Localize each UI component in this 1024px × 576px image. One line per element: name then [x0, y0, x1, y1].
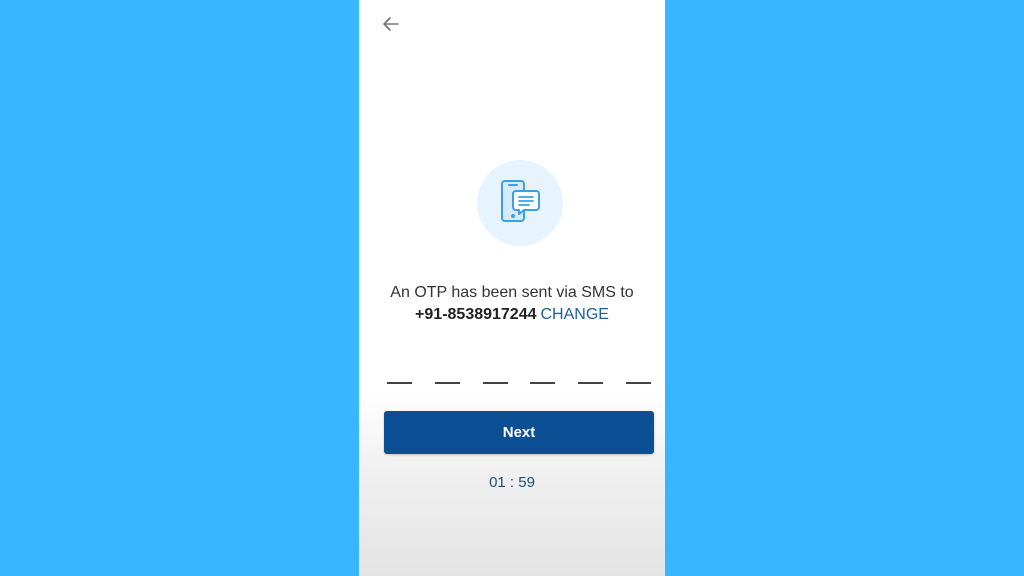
- otp-digit-3[interactable]: [482, 328, 508, 384]
- otp-digit-4[interactable]: [530, 328, 556, 384]
- otp-digit-2[interactable]: [434, 328, 460, 384]
- phone-message-icon: [501, 180, 540, 222]
- back-button[interactable]: [379, 12, 403, 36]
- phone-number: +91-8538917244: [415, 306, 537, 323]
- resend-timer: 01 : 59: [489, 474, 535, 491]
- phone-number-row: +91-8538917244 CHANGE: [359, 306, 665, 324]
- otp-digit-6[interactable]: [625, 328, 651, 384]
- next-button[interactable]: Next: [384, 411, 654, 454]
- otp-sent-message: An OTP has been sent via SMS to: [390, 284, 634, 301]
- change-number-link[interactable]: CHANGE: [541, 306, 609, 323]
- otp-screen: An OTP has been sent via SMS to +91-8538…: [359, 0, 665, 576]
- illustration-circle: [477, 160, 563, 246]
- arrow-left-icon: [383, 17, 399, 31]
- otp-digit-5[interactable]: [578, 328, 604, 384]
- otp-input-group: [387, 328, 651, 384]
- otp-digit-1[interactable]: [387, 328, 412, 384]
